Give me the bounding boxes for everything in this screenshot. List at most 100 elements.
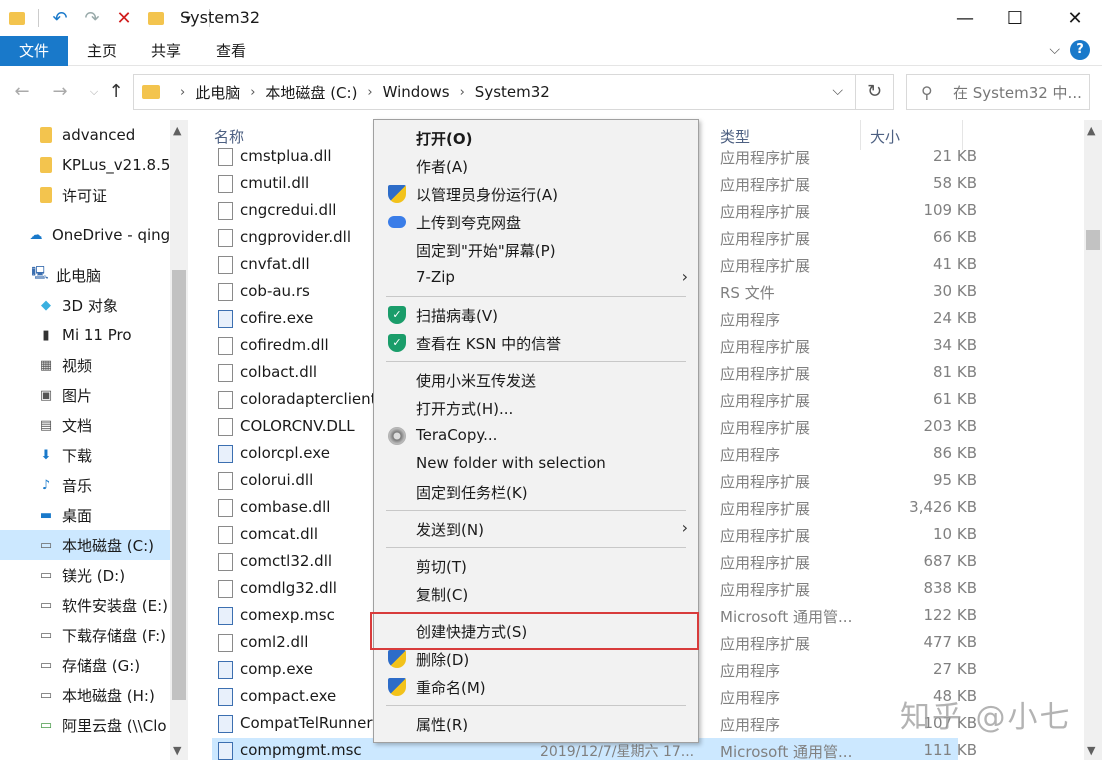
- context-menu-item[interactable]: 固定到"开始"屏幕(P): [374, 236, 698, 264]
- nav-item-label: 桌面: [62, 506, 93, 525]
- up-arrow-icon[interactable]: ↑: [104, 80, 128, 104]
- expand-ribbon-icon[interactable]: ⌵: [1049, 42, 1060, 58]
- file-icon: [218, 526, 233, 544]
- menu-item-label: TeraCopy...: [416, 426, 498, 444]
- nav-item[interactable]: ♪ 音乐: [0, 470, 170, 500]
- tab-share[interactable]: 共享: [136, 36, 196, 66]
- folder-icon: [38, 187, 54, 203]
- context-menu-item[interactable]: 属性(R): [374, 710, 698, 738]
- file-size: 687 KB: [923, 552, 977, 570]
- context-menu-item[interactable]: 打开方式(H)...: [374, 394, 698, 422]
- tab-file[interactable]: 文件: [0, 36, 68, 66]
- file-type: 应用程序扩展: [720, 635, 811, 653]
- scroll-down-icon[interactable]: ▼: [1087, 744, 1095, 757]
- file-type: Microsoft 通用管...: [720, 743, 853, 760]
- context-menu-item[interactable]: 发送到(N) ›: [374, 515, 698, 543]
- refresh-icon[interactable]: ↻: [855, 75, 893, 109]
- file-name: cofiredm.dll: [240, 336, 329, 354]
- help-icon[interactable]: ?: [1070, 40, 1090, 60]
- nav-item[interactable]: ▦ 视频: [0, 350, 170, 380]
- context-menu-item[interactable]: 重命名(M): [374, 673, 698, 701]
- nav-item[interactable]: ▭ 本地磁盘 (H:): [0, 680, 170, 710]
- new-folder-icon[interactable]: [145, 7, 167, 29]
- file-name: cmutil.dll: [240, 174, 310, 192]
- context-menu-item[interactable]: 7-Zip ›: [374, 264, 698, 292]
- breadcrumb-windows[interactable]: Windows: [383, 83, 450, 101]
- nav-item-label: 许可证: [62, 186, 108, 205]
- watermark: 知乎 @小七: [900, 700, 1072, 735]
- scroll-down-icon[interactable]: ▼: [173, 744, 181, 757]
- menu-item-label: 剪切(T): [416, 558, 467, 576]
- scroll-up-icon[interactable]: ▲: [173, 124, 181, 137]
- close-button[interactable]: ✕: [1048, 0, 1102, 36]
- nav-item-label: 音乐: [62, 476, 93, 495]
- minimize-button[interactable]: —: [938, 0, 992, 36]
- file-size: 61 KB: [933, 390, 977, 408]
- nav-item[interactable]: ▭ 阿里云盘 (\\Clo: [0, 710, 170, 740]
- application-icon: [218, 742, 233, 760]
- file-size: 203 KB: [923, 417, 977, 435]
- drive-icon: ▭: [39, 627, 53, 643]
- delete-icon[interactable]: ✕: [113, 7, 135, 29]
- context-menu-item[interactable]: 固定到任务栏(K): [374, 478, 698, 506]
- file-icon: [218, 391, 233, 409]
- forward-arrow-icon[interactable]: →: [48, 80, 72, 104]
- file-list-scrollbar[interactable]: ▲ ▼: [1084, 120, 1102, 760]
- file-name: colorcpl.exe: [240, 444, 330, 462]
- file-icon: [218, 229, 233, 247]
- nav-item[interactable]: ▮ Mi 11 Pro: [0, 320, 170, 350]
- tab-view[interactable]: 查看: [200, 36, 262, 66]
- address-dropdown-icon[interactable]: ⌵: [832, 83, 843, 99]
- context-menu-item[interactable]: 复制(C): [374, 580, 698, 608]
- breadcrumb-system32[interactable]: System32: [475, 83, 550, 101]
- nav-item[interactable]: ☁ OneDrive - qing: [0, 220, 171, 250]
- redo-icon[interactable]: ↷: [81, 7, 103, 29]
- file-type: 应用程序扩展: [720, 581, 811, 599]
- application-icon: [218, 310, 233, 328]
- nav-item[interactable]: advanced: [0, 120, 170, 150]
- nav-scroll-thumb[interactable]: [172, 270, 186, 700]
- tab-home[interactable]: 主页: [72, 36, 132, 66]
- nav-item[interactable]: 🖳 此电脑: [0, 260, 170, 290]
- context-menu-item[interactable]: TeraCopy...: [374, 422, 698, 450]
- nav-item[interactable]: ⬇ 下载: [0, 440, 170, 470]
- context-menu-item[interactable]: 剪切(T): [374, 552, 698, 580]
- nav-item[interactable]: 许可证: [0, 180, 170, 210]
- file-name: cob-au.rs: [240, 282, 310, 300]
- nav-item[interactable]: ▣ 图片: [0, 380, 170, 410]
- file-type: 应用程序: [720, 446, 781, 464]
- back-arrow-icon[interactable]: ←: [10, 80, 34, 104]
- context-menu-item[interactable]: 上传到夸克网盘: [374, 208, 698, 236]
- file-icon: [218, 634, 233, 652]
- scroll-up-icon[interactable]: ▲: [1087, 124, 1095, 137]
- nav-item[interactable]: KPLus_v21.8.5: [0, 150, 170, 180]
- undo-icon[interactable]: ↶: [49, 7, 71, 29]
- file-list-scroll-thumb[interactable]: [1086, 230, 1100, 250]
- context-menu-item[interactable]: 作者(A): [374, 152, 698, 180]
- nav-item[interactable]: ◆ 3D 对象: [0, 290, 170, 320]
- nav-item[interactable]: ▭ 本地磁盘 (C:): [0, 530, 170, 560]
- nav-item[interactable]: ▤ 文档: [0, 410, 170, 440]
- nav-item[interactable]: ▭ 下载存储盘 (F:): [0, 620, 170, 650]
- file-icon: [218, 580, 233, 598]
- nav-item[interactable]: ▭ 镁光 (D:): [0, 560, 170, 590]
- nav-item[interactable]: ▬ 桌面: [0, 500, 170, 530]
- nav-item[interactable]: ▭ 存储盘 (G:): [0, 650, 170, 680]
- recent-locations-icon[interactable]: ⌵: [82, 80, 106, 104]
- context-menu-item[interactable]: 以管理员身份运行(A): [374, 180, 698, 208]
- context-menu-item[interactable]: New folder with selection: [374, 450, 698, 478]
- file-size: 838 KB: [923, 579, 977, 597]
- nav-item-label: OneDrive - qing: [52, 226, 170, 244]
- context-menu-item[interactable]: 打开(O): [374, 124, 698, 152]
- context-menu-item[interactable]: ✓ 查看在 KSN 中的信誉: [374, 329, 698, 357]
- nav-scrollbar[interactable]: ▲ ▼: [170, 120, 188, 760]
- breadcrumb-drive-c[interactable]: 本地磁盘 (C:): [265, 82, 357, 103]
- maximize-button[interactable]: ☐: [988, 0, 1042, 36]
- breadcrumb-this-pc[interactable]: 此电脑: [195, 82, 240, 103]
- search-box[interactable]: ⚲ 在 System32 中...: [906, 74, 1090, 110]
- address-bar[interactable]: › 此电脑 › 本地磁盘 (C:) › Windows › System32 ⌵…: [133, 74, 894, 110]
- context-menu-item[interactable]: 使用小米互传发送: [374, 366, 698, 394]
- nav-item[interactable]: ▭ 软件安装盘 (E:): [0, 590, 170, 620]
- drive-icon: ▭: [39, 537, 53, 553]
- context-menu-item[interactable]: ✓ 扫描病毒(V): [374, 301, 698, 329]
